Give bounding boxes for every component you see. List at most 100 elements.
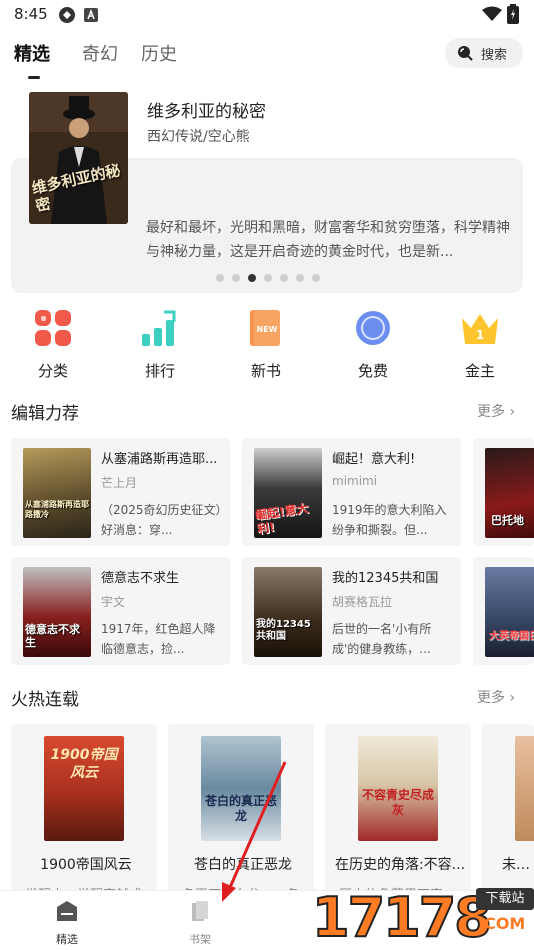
book-card[interactable]: 我的12345共和国 我的12345共和国 胡赛格瓦拉 后世的一名'小有所成'的… — [242, 557, 461, 665]
category-label: 分类 — [37, 362, 68, 380]
carousel-dot[interactable] — [232, 274, 240, 282]
hero-subtitle: 西幻传说/空心熊 — [147, 129, 250, 145]
status-time: 8:45 — [14, 5, 48, 23]
carousel-dot[interactable] — [312, 274, 320, 282]
featured-home-icon — [57, 901, 77, 921]
site-watermark: 17178 下载站 .COM — [306, 880, 534, 950]
book-cover: 崛起!意大利! — [254, 448, 322, 538]
carousel-dot-active[interactable] — [248, 274, 256, 282]
carousel-dot[interactable] — [264, 274, 272, 282]
more-label: 更多 — [477, 404, 505, 420]
sync-icon — [59, 7, 75, 23]
search-button[interactable]: 搜索 — [445, 38, 523, 68]
book-cover-title: 苍白的真正恶龙 — [205, 794, 278, 823]
new-book-icon: NEW — [250, 310, 280, 346]
new-book-label: 新书 — [250, 362, 281, 380]
book-cover: 巴托地 — [485, 448, 534, 538]
book-cover: 从塞浦路斯再造耶路撒冷 — [23, 448, 91, 538]
book-description: 1919年的意大利陷入纷争和撕裂。但... — [332, 503, 447, 537]
book-description: 1917年，红色超人降临德意志，捡... — [101, 622, 216, 656]
book-cover-title: 1900帝国风云 — [50, 747, 118, 781]
svg-text:1: 1 — [476, 328, 484, 342]
category-button[interactable]: 分类 — [13, 308, 93, 381]
carousel-dot[interactable] — [296, 274, 304, 282]
free-label: 免费 — [357, 362, 388, 380]
svg-text:NEW: NEW — [257, 325, 278, 334]
book-title: 崛起！意大利! — [332, 452, 416, 467]
book-card[interactable]: 1900帝国风云 1900帝国风云 觉醒中，觉醒穿越成 — [11, 724, 157, 904]
book-title: 我的12345共和国 — [332, 571, 439, 586]
search-label: 搜索 — [481, 47, 508, 63]
book-card[interactable]: 苍白的真正恶龙 苍白的真正恶龙 冬夏正观白龙，一名 — [168, 724, 314, 904]
more-label: 更多 — [477, 690, 505, 706]
book-title: 在历史的角落:不容... — [334, 857, 466, 873]
book-author: 宇文 — [101, 595, 126, 609]
watermark-domain: .COM — [478, 914, 526, 933]
book-cover: 德意志不求生 — [23, 567, 91, 657]
carousel-dot[interactable] — [216, 274, 224, 282]
ranking-label: 排行 — [144, 362, 175, 380]
nav-label: 精选 — [56, 933, 78, 946]
hero-title[interactable]: 维多利亚的秘密 — [147, 97, 266, 122]
wifi-icon — [482, 6, 502, 21]
book-description: （2025奇幻历史征文）好消息：穿... — [101, 503, 222, 537]
new-book-button[interactable]: NEW 新书 — [226, 308, 306, 381]
book-cover-title: 大英帝国日志 — [489, 631, 534, 642]
search-icon — [458, 46, 473, 61]
hero-description: 最好和最坏，光明和黑暗，财富奢华和贫穷堕落，科学精神与神秘力量，这是开启奇迹的黄… — [146, 220, 510, 260]
book-author: mimimi — [332, 474, 378, 488]
tab-history[interactable]: 历史 — [141, 40, 177, 66]
book-cover — [515, 736, 534, 841]
watermark-tag: 下载站 — [476, 888, 534, 910]
chevron-right-icon: › — [509, 404, 516, 420]
book-cover-title: 巴托地 — [491, 514, 524, 527]
nav-bookshelf[interactable]: 书架 — [170, 899, 230, 947]
status-bar: 8:45 — [0, 0, 534, 30]
carousel-dots — [216, 274, 320, 282]
tab-featured[interactable]: 精选 — [14, 40, 50, 66]
notification-a-icon — [84, 8, 98, 22]
book-card[interactable]: 不容青史尽成灰 在历史的角落:不容... 历史的角落里不容 — [325, 724, 471, 904]
book-card[interactable]: 未曾... — [482, 724, 534, 904]
nav-label: 书架 — [189, 933, 211, 946]
book-cover-title: 德意志不求生 — [25, 623, 80, 649]
vip-label: 金主 — [464, 362, 495, 380]
book-card[interactable]: 大英帝国日志 — [473, 557, 534, 665]
free-button[interactable]: 免费 — [333, 308, 413, 381]
book-cover-title: 从塞浦路斯再造耶路撒冷 — [25, 500, 89, 519]
book-card[interactable]: 德意志不求生 德意志不求生 宇文 1917年，红色超人降临德意志，捡... — [11, 557, 230, 665]
book-card[interactable]: 崛起!意大利! 崛起！意大利! mimimi 1919年的意大利陷入纷争和撕裂。… — [242, 438, 461, 546]
carousel-dot[interactable] — [280, 274, 288, 282]
book-cover-title: 不容青史尽成灰 — [362, 788, 435, 817]
book-cover: 1900帝国风云 — [44, 736, 124, 841]
book-cover: 不容青史尽成灰 — [358, 736, 438, 841]
ranking-button[interactable]: 排行 — [120, 308, 200, 381]
book-card[interactable]: 从塞浦路斯再造耶路撒冷 从塞浦路斯再造耶... 芒上月 （2025奇幻历史征文）… — [11, 438, 230, 546]
tab-fantasy[interactable]: 奇幻 — [82, 40, 118, 66]
book-title: 未曾... — [502, 857, 534, 873]
vip-button[interactable]: 1 金主 — [440, 308, 520, 381]
book-cover-title: 崛起!意大利! — [254, 501, 310, 537]
editor-picks-more-button[interactable]: 更多 › — [477, 401, 515, 421]
crown-icon: 1 — [462, 314, 498, 344]
bookshelf-icon — [192, 901, 208, 921]
ranking-bars-icon — [142, 310, 176, 346]
hot-serials-title: 火热连载 — [11, 690, 79, 710]
book-title: 1900帝国风云 — [40, 857, 132, 873]
book-title: 德意志不求生 — [101, 571, 180, 586]
book-cover-title: 我的12345共和国 — [256, 619, 311, 642]
chevron-right-icon: › — [509, 690, 516, 706]
nav-featured[interactable]: 精选 — [37, 899, 97, 947]
book-cover: 我的12345共和国 — [254, 567, 322, 657]
hot-serials-more-button[interactable]: 更多 › — [477, 687, 515, 707]
watermark-number: 17178 — [311, 885, 493, 950]
hero-book-cover[interactable]: 维多利亚的秘密 — [29, 92, 128, 224]
editor-picks-title: 编辑力荐 — [11, 404, 79, 424]
category-grid-icon — [35, 310, 71, 346]
book-author: 芒上月 — [101, 476, 138, 490]
book-cover: 苍白的真正恶龙 — [201, 736, 281, 841]
book-card[interactable]: 巴托地 — [473, 438, 534, 546]
battery-icon — [507, 4, 519, 24]
book-title: 苍白的真正恶龙 — [194, 857, 292, 873]
book-description: 后世的一名'小有所成'的健身教练，... — [332, 622, 432, 656]
